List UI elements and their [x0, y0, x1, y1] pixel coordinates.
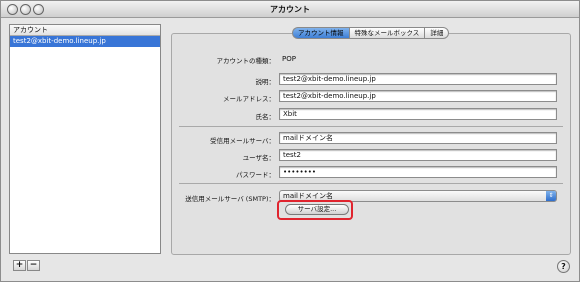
username-label: ユーザ名：: [242, 154, 275, 162]
email-label: メールアドレス：: [223, 95, 275, 103]
tab-account-info[interactable]: アカウント情報: [292, 27, 349, 39]
tab-advanced[interactable]: 詳細: [424, 27, 450, 39]
tab-bar: アカウント情報 特殊なメールボックス 詳細: [292, 27, 450, 39]
tab-special-mailboxes[interactable]: 特殊なメールボックス: [348, 27, 425, 39]
smtp-server-value: mailドメイン名: [283, 192, 333, 200]
help-button[interactable]: ?: [557, 260, 570, 273]
window-title: アカウント: [270, 5, 310, 14]
smtp-server-label: 送信用メールサーバ (SMTP)：: [185, 195, 275, 203]
description-field[interactable]: test2@xbit-demo.lineup.jp: [279, 73, 557, 85]
account-list[interactable]: アカウント test2@xbit-demo.lineup.jp: [9, 24, 161, 254]
separator: [179, 183, 563, 184]
password-field[interactable]: ••••••••: [279, 166, 557, 178]
list-item[interactable]: test2@xbit-demo.lineup.jp: [10, 36, 160, 47]
account-type-value: POP: [282, 55, 296, 63]
titlebar: アカウント: [1, 1, 579, 18]
full-name-field[interactable]: Xbit: [279, 108, 557, 120]
full-name-label: 氏名：: [255, 113, 276, 121]
add-account-button[interactable]: +: [13, 260, 26, 271]
remove-account-button[interactable]: −: [27, 260, 40, 271]
account-list-header: アカウント: [10, 25, 160, 36]
email-field[interactable]: test2@xbit-demo.lineup.jp: [279, 90, 557, 102]
separator: [179, 126, 563, 127]
incoming-server-field[interactable]: mailドメイン名: [279, 132, 557, 144]
accounts-window: アカウント アカウント test2@xbit-demo.lineup.jp + …: [0, 0, 580, 282]
incoming-server-label: 受信用メールサーバ：: [210, 137, 275, 145]
username-field[interactable]: test2: [279, 149, 557, 161]
account-type-label: アカウントの種類：: [216, 57, 276, 65]
highlight-annotation: [277, 200, 353, 220]
chevron-updown-icon: ⇕: [546, 191, 556, 201]
description-label: 説明：: [255, 78, 276, 86]
password-label: パスワード：: [236, 171, 275, 179]
